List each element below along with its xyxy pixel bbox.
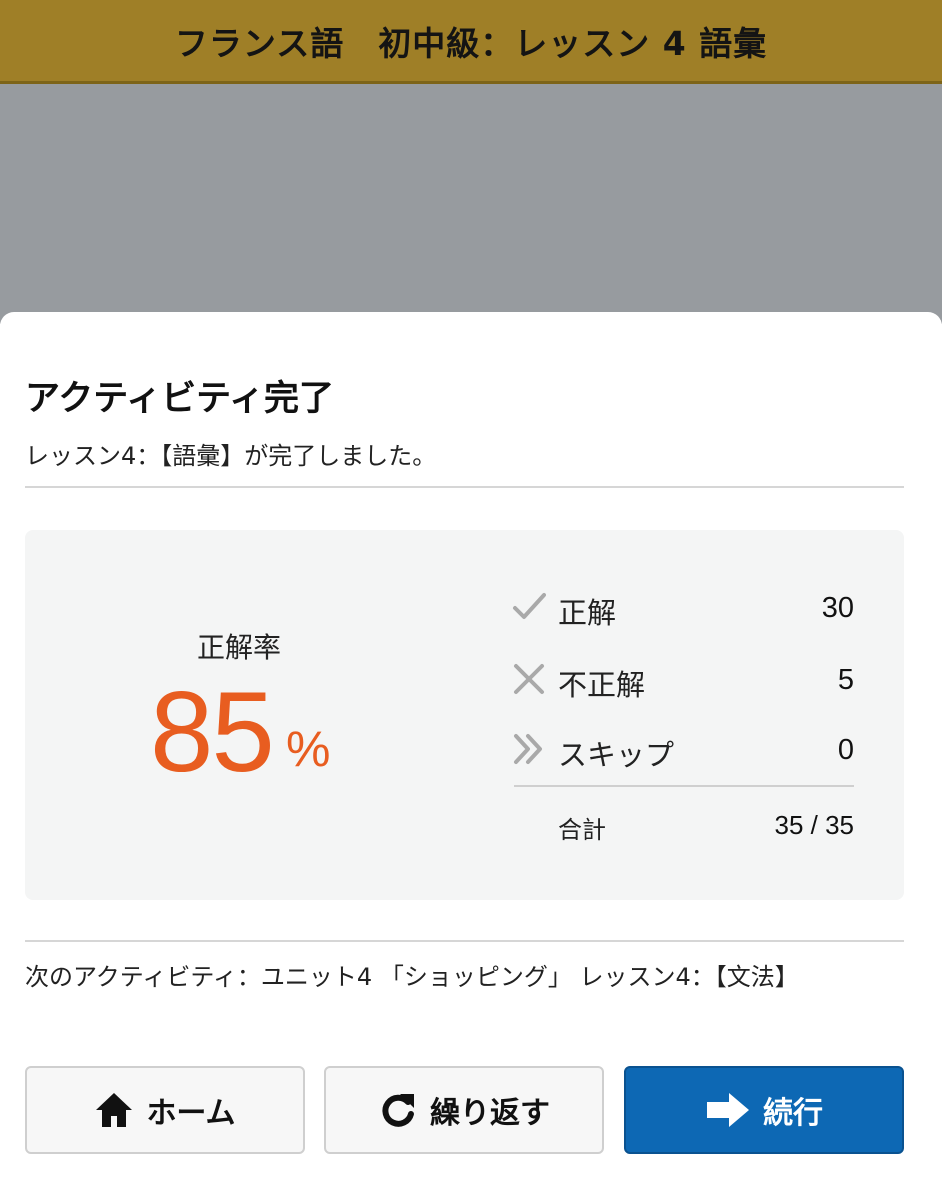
dialog-title: アクティビティ完了 — [25, 379, 335, 419]
repeat-icon — [382, 1094, 414, 1127]
double-chevron-icon — [514, 734, 542, 764]
cross-icon — [514, 664, 544, 694]
stat-label-correct: 正解 — [558, 596, 617, 630]
dialog-subtitle: レッスン4：【語彙】が完了しました。 — [25, 442, 437, 470]
repeat-button[interactable]: 繰り返す — [324, 1066, 604, 1154]
check-icon — [513, 593, 546, 619]
stat-row-correct: 正解 30 — [512, 588, 854, 632]
home-icon — [96, 1093, 133, 1127]
modal-backdrop[interactable] — [0, 84, 942, 324]
continue-button-label: 続行 — [763, 1096, 823, 1131]
stat-value-incorrect: 5 — [837, 664, 854, 696]
divider — [25, 940, 904, 942]
home-button[interactable]: ホーム — [25, 1066, 305, 1154]
stat-row-incorrect: 不正解 5 — [512, 660, 854, 704]
accuracy-unit: % — [286, 721, 331, 777]
header-title: フランス語 初中級：レッスン 4 語彙 — [174, 23, 768, 63]
home-button-label: ホーム — [146, 1096, 236, 1131]
stat-value-skip: 0 — [837, 734, 854, 766]
next-activity-text: 次のアクティビティ：ユニット4 「ショッピング」 レッスン4：【文法】 — [25, 963, 799, 991]
divider — [25, 486, 904, 488]
stat-label-skip: スキップ — [558, 738, 675, 772]
accuracy-label: 正解率 — [197, 631, 282, 664]
arrow-right-icon — [707, 1093, 749, 1127]
accuracy-value: 85 — [150, 669, 275, 796]
repeat-button-label: 繰り返す — [430, 1096, 550, 1131]
stat-row-skip: スキップ 0 — [512, 730, 854, 774]
stat-value-correct: 30 — [821, 592, 854, 624]
stat-label-incorrect: 不正解 — [558, 668, 646, 702]
total-label: 合計 — [558, 816, 606, 844]
stats-divider — [514, 785, 854, 787]
app-header: フランス語 初中級：レッスン 4 語彙 — [0, 0, 942, 84]
total-value: 35 / 35 — [774, 810, 854, 840]
continue-button[interactable]: 続行 — [624, 1066, 904, 1154]
